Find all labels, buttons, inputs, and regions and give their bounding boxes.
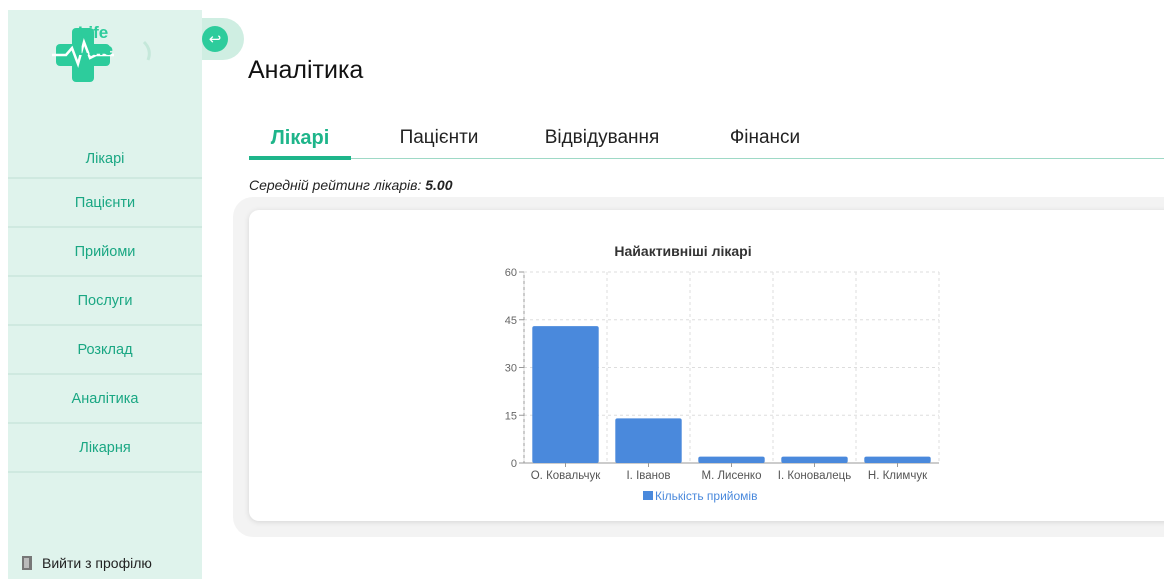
average-rating: Середній рейтинг лікарів: 5.00	[249, 177, 452, 193]
tab-doctors[interactable]: Лікарі	[249, 120, 351, 160]
return-arrow-icon: ↩	[202, 26, 228, 52]
door-icon	[22, 556, 32, 570]
tab-visits[interactable]: Відвідування	[519, 120, 685, 156]
chart-title: Найактивніші лікарі	[614, 243, 751, 259]
x-tick-label: М. Лисенко	[702, 470, 762, 482]
sidebar-item-analytics[interactable]: Аналітика	[8, 375, 202, 424]
tab-patients[interactable]: Пацієнти	[375, 120, 503, 156]
logout-label: Вийти з профілю	[42, 555, 152, 571]
logo-line2: Line	[78, 40, 113, 59]
x-tick-label: І. Іванов	[626, 470, 670, 482]
bar[interactable]	[781, 456, 848, 463]
sidebar-item-hospital[interactable]: Лікарня	[8, 424, 202, 473]
chart-legend[interactable]: Кількість прийомів	[643, 489, 757, 503]
y-tick-label: 0	[511, 458, 517, 470]
sidebar-item-services[interactable]: Послуги	[8, 277, 202, 326]
x-tick-label: Н. Климчук	[868, 470, 928, 482]
y-tick-label: 45	[505, 315, 517, 327]
page-title: Аналітика	[248, 56, 364, 84]
analytics-tabs: Лікарі Пацієнти Відвідування Фінанси	[249, 120, 1164, 160]
logo-line1: Life	[78, 23, 109, 42]
chart-x-ticks: О. Ковальчук І. Іванов М. Лисенко І. Конова…	[531, 463, 928, 482]
sidebar-item-doctors[interactable]: Лікарі	[8, 141, 202, 179]
bar[interactable]	[864, 456, 931, 463]
y-tick-label: 15	[505, 410, 517, 422]
chart-y-ticks: 0 15 30 45 60	[505, 267, 524, 470]
average-rating-label: Середній рейтинг лікарів:	[249, 177, 422, 193]
bar[interactable]	[698, 456, 765, 463]
legend-label: Кількість прийомів	[655, 489, 757, 503]
x-tick-label: О. Ковальчук	[531, 470, 601, 482]
legend-swatch	[643, 491, 653, 500]
sidebar: Life Line Лікарі Пацієнти Прийоми Послуг…	[8, 10, 202, 579]
collapse-sidebar-button[interactable]: ↩	[202, 18, 244, 60]
sidebar-item-schedule[interactable]: Розклад	[8, 326, 202, 375]
y-tick-label: 60	[505, 267, 517, 279]
sidebar-item-patients[interactable]: Пацієнти	[8, 179, 202, 228]
bar[interactable]	[615, 418, 682, 463]
chart-bars	[532, 326, 931, 463]
sidebar-item-appointments[interactable]: Прийоми	[8, 228, 202, 277]
sidebar-nav: Лікарі Пацієнти Прийоми Послуги Розклад …	[8, 141, 202, 473]
top-doctors-chart: 0 15 30 45 60 О. Ковальчук І. Іванов М. Лисенк…	[505, 243, 940, 503]
logout-button[interactable]: Вийти з профілю	[22, 555, 152, 571]
chart-card: 0 15 30 45 60 О. Ковальчук І. Іванов М. Лисенк…	[249, 210, 1164, 521]
x-tick-label: І. Коновалець	[778, 470, 852, 482]
average-rating-value: 5.00	[425, 177, 453, 193]
bar[interactable]	[532, 326, 599, 463]
y-tick-label: 30	[505, 363, 517, 375]
tab-finance[interactable]: Фінанси	[707, 120, 823, 156]
logo-text: Life Line	[78, 24, 113, 58]
